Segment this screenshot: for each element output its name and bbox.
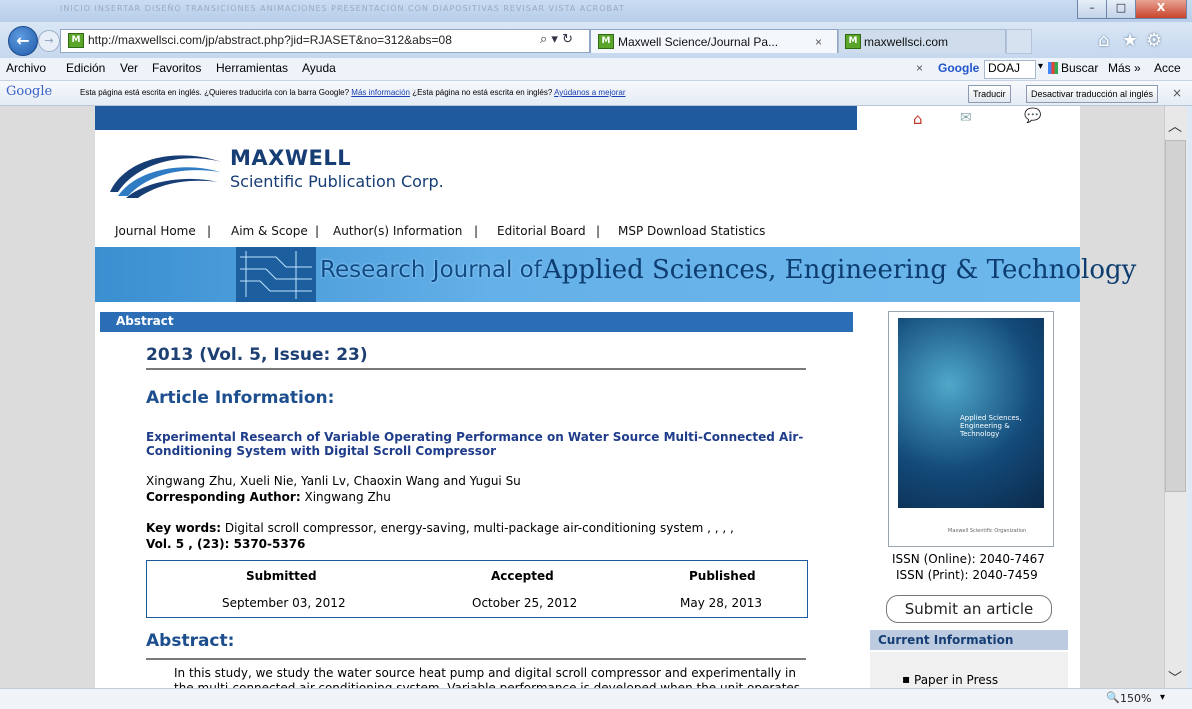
- corresponding-author-label: Corresponding Author:: [146, 490, 301, 504]
- bullet-icon: ▪: [902, 672, 911, 686]
- google-logo: Google: [6, 84, 53, 99]
- submitted-header: Submitted: [246, 569, 317, 583]
- corresponding-author-name: Xingwang Zhu: [304, 490, 391, 504]
- google-logo-icon: [1048, 62, 1058, 74]
- search-input-value: DOAJ: [988, 61, 1021, 75]
- search-dropdown-icon[interactable]: ▾: [1038, 61, 1043, 72]
- scrollbar-thumb[interactable]: [1165, 140, 1186, 492]
- abstract-heading: Abstract:: [146, 631, 235, 651]
- close-translate-icon[interactable]: ×: [1172, 86, 1182, 100]
- menu-archivo[interactable]: Archivo: [6, 61, 46, 75]
- nav-separator: |: [474, 224, 479, 238]
- translate-message-text: Esta página está escrita en inglés. ¿Qui…: [80, 88, 350, 97]
- ribbon-tabs-ghost: INICIO INSERTAR DISEÑO TRANSICIONES ANIM…: [60, 4, 625, 13]
- cover-title: Applied Sciences, Engineering & Technolo…: [960, 414, 1022, 438]
- forward-button[interactable]: →: [38, 30, 60, 52]
- nav-editorial-board[interactable]: Editorial Board: [497, 224, 586, 238]
- tab-label: Maxwell Science/Journal Pa...: [618, 35, 779, 49]
- close-toolbar-icon[interactable]: ×: [916, 61, 923, 75]
- nav-aim-scope[interactable]: Aim & Scope: [231, 224, 308, 238]
- minimize-button[interactable]: –: [1077, 0, 1107, 19]
- paper-in-press-link[interactable]: Paper in Press: [914, 673, 998, 687]
- help-improve-link[interactable]: Ayúdanos a mejorar: [554, 88, 625, 97]
- banner-journal-title: Applied Sciences, Engineering & Technolo…: [543, 255, 1137, 285]
- more-info-link[interactable]: Más información: [351, 88, 410, 97]
- maxwell-logo-icon[interactable]: [104, 140, 228, 200]
- menu-herramientas[interactable]: Herramientas: [216, 61, 288, 75]
- nav-separator: |: [315, 224, 320, 238]
- acce-button[interactable]: Acce: [1154, 61, 1181, 75]
- issn-print: ISSN (Print): 2040-7459: [896, 568, 1038, 582]
- cover-image: [898, 318, 1044, 508]
- zoom-level[interactable]: 150%: [1120, 692, 1151, 705]
- site-favicon-icon: M: [68, 33, 84, 48]
- zoom-dropdown-icon[interactable]: ▾: [1160, 692, 1165, 703]
- disable-translation-button[interactable]: Desactivar traducción al inglés: [1026, 85, 1159, 103]
- article-title[interactable]: Experimental Research of Variable Operat…: [146, 430, 806, 458]
- site-top-strip: [95, 106, 857, 130]
- submitted-date: September 03, 2012: [222, 596, 346, 610]
- article-info-heading: Article Information:: [146, 388, 335, 408]
- abstract-section-label: Abstract: [116, 314, 174, 328]
- site-home-icon[interactable]: ⌂: [913, 110, 923, 128]
- nav-separator: |: [207, 224, 212, 238]
- submit-article-button[interactable]: Submit an article: [886, 595, 1052, 623]
- tab-favicon-icon: M: [598, 34, 614, 49]
- menu-favoritos[interactable]: Favoritos: [152, 61, 201, 75]
- accepted-header: Accepted: [491, 569, 554, 583]
- article-authors: Xingwang Zhu, Xueli Nie, Yanli Lv, Chaox…: [146, 474, 521, 488]
- published-header: Published: [689, 569, 756, 583]
- issn-online: ISSN (Online): 2040-7467: [892, 552, 1045, 566]
- close-window-button[interactable]: X: [1135, 0, 1187, 19]
- site-mail-icon[interactable]: ✉: [960, 110, 972, 126]
- published-date: May 28, 2013: [680, 596, 763, 610]
- abstract-section-header: [100, 312, 853, 332]
- nav-journal-home[interactable]: Journal Home: [115, 224, 196, 238]
- site-chat-icon[interactable]: 💬: [1024, 108, 1041, 124]
- corresponding-author: Corresponding Author: Xingwang Zhu: [146, 490, 391, 504]
- cover-footer: Maxwell Scientific Organization: [948, 528, 1027, 534]
- settings-gear-icon[interactable]: ⚙: [1146, 30, 1162, 51]
- nav-separator: |: [596, 224, 601, 238]
- search-refresh-icons[interactable]: ⌕ ▾ ↻: [540, 32, 573, 47]
- divider: [146, 658, 806, 660]
- translate-button[interactable]: Traducir: [968, 85, 1011, 103]
- favorites-star-icon[interactable]: ★: [1122, 30, 1138, 51]
- menu-ver[interactable]: Ver: [120, 61, 138, 75]
- banner-circuit-icon: [236, 247, 316, 302]
- keywords-label: Key words:: [146, 521, 222, 535]
- scroll-up-icon[interactable]: ︿: [1168, 116, 1182, 136]
- buscar-button[interactable]: Buscar: [1061, 61, 1098, 75]
- not-english-text: ¿Esta página no está escrita en inglés?: [412, 88, 553, 97]
- url-text[interactable]: http://maxwellsci.com/jp/abstract.php?ji…: [88, 33, 452, 47]
- keywords-value: Digital scroll compressor, energy-saving…: [224, 521, 734, 535]
- tab2-favicon-icon: M: [845, 34, 861, 49]
- divider: [146, 368, 806, 370]
- accepted-date: October 25, 2012: [472, 596, 578, 610]
- translate-message: Esta página está escrita en inglés. ¿Qui…: [80, 88, 626, 97]
- tab-close-icon[interactable]: ×: [815, 35, 822, 49]
- scroll-down-icon[interactable]: ﹀: [1168, 668, 1182, 688]
- back-button[interactable]: ←: [8, 26, 38, 56]
- banner-research-journal: Research Journal of: [320, 257, 542, 283]
- volume-pages: Vol. 5 , (23): 5370-5376: [146, 537, 306, 551]
- menu-edicion[interactable]: Edición: [66, 61, 105, 75]
- mas-button[interactable]: Más »: [1108, 61, 1141, 75]
- abstract-line: In this study, we study the water source…: [174, 666, 796, 680]
- nav-download-statistics[interactable]: MSP Download Statistics: [618, 224, 765, 238]
- nav-author-information[interactable]: Author(s) Information: [333, 224, 462, 238]
- zoom-icon: 🔍: [1106, 691, 1120, 704]
- google-search-label[interactable]: Google: [938, 61, 979, 75]
- menu-ayuda[interactable]: Ayuda: [302, 61, 336, 75]
- current-information-label: Current Information: [878, 633, 1014, 647]
- new-tab-button[interactable]: [1006, 29, 1032, 54]
- brand-name: MAXWELL: [230, 146, 352, 170]
- maximize-button[interactable]: □: [1106, 0, 1136, 19]
- tab2-label: maxwellsci.com: [864, 35, 949, 49]
- home-icon[interactable]: ⌂: [1098, 30, 1109, 51]
- volume-issue: 2013 (Vol. 5, Issue: 23): [146, 345, 368, 365]
- status-bar: [0, 688, 1192, 709]
- brand-subtitle: Scientific Publication Corp.: [230, 172, 444, 191]
- keywords: Key words: Digital scroll compressor, en…: [146, 521, 734, 535]
